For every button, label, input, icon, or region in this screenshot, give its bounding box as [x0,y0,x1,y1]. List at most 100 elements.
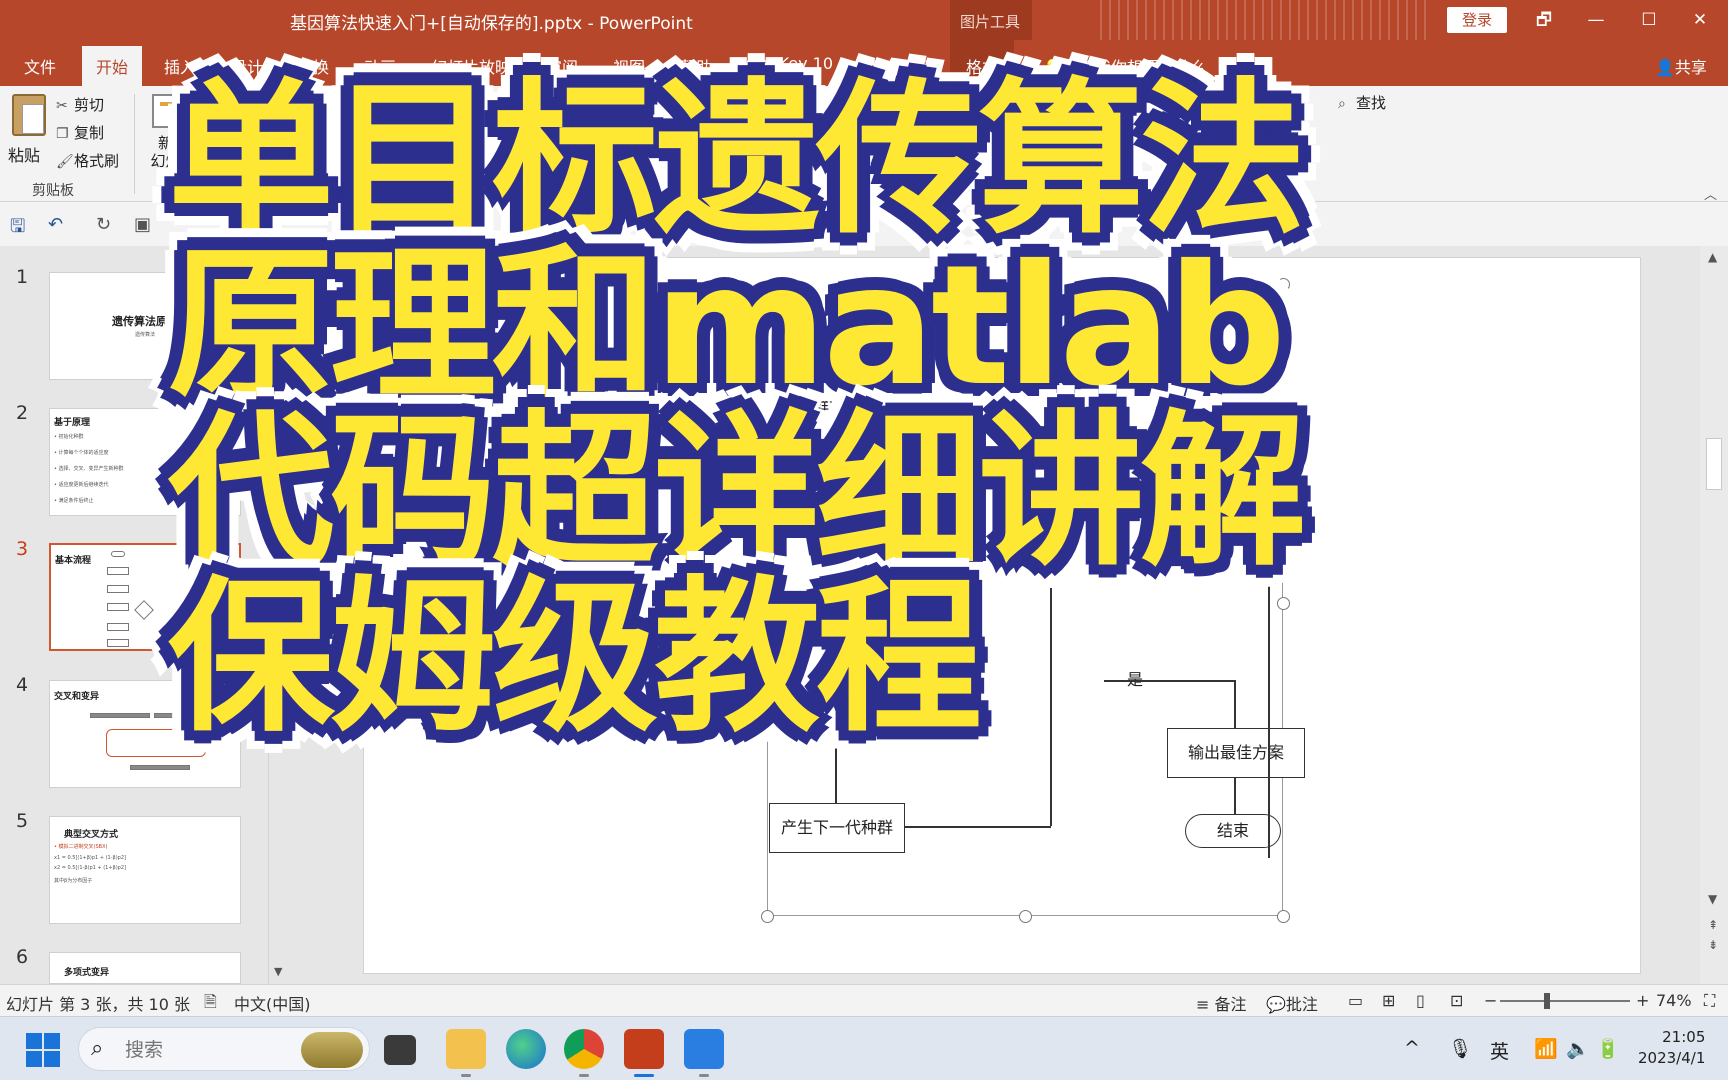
format-painter-button[interactable]: 🖌格式刷 [56,150,119,171]
next-slide-icon[interactable]: ⇟ [1708,938,1718,952]
notes-icon: ≡ [1196,995,1215,1014]
ime-indicator[interactable]: 英 [1490,1037,1509,1064]
zoom-slider-knob[interactable] [1544,993,1550,1009]
previous-slide-icon[interactable]: ⇞ [1708,918,1718,932]
flow-connector [905,826,1051,828]
language-indicator[interactable]: 中文(中国) [234,991,311,1015]
mini-flow-shape [107,639,129,647]
file-explorer-icon[interactable] [446,1029,486,1077]
thumb-title: 基于原理 [54,418,91,428]
context-group-label: 图片工具 [960,13,1021,31]
thumb-number: 4 [16,674,29,696]
thumb-line: • 初始化种群 [54,434,84,440]
thumb-title: 交叉和变异 [54,692,100,702]
zoom-in-button[interactable]: + [1636,991,1649,1010]
comments-button[interactable]: 💬批注 [1266,991,1318,1015]
mini-chromosome [90,713,150,718]
notes-button[interactable]: ≡ 备注 [1196,991,1247,1015]
cut-label: 剪切 [74,96,105,114]
clipboard-icon [12,94,46,136]
scrollbar-thumb[interactable] [1706,438,1722,490]
show-hidden-icons[interactable]: ^ [1404,1037,1420,1059]
resize-handle[interactable] [761,910,774,923]
tab-file[interactable]: 文件 [24,54,56,78]
thumb-line: x2 = 0.5[(1-β)p1 + (1+β)p2] [54,865,126,871]
search-icon: ⌕ [91,1036,104,1061]
status-bar: 幻灯片 第 3 张，共 10 张 🗎 中文(中国) ≡ 备注 💬批注 ▭ ⊞ ▯… [0,984,1728,1016]
paste-button[interactable]: 粘贴 [8,94,52,194]
thumb-number: 3 [16,538,29,560]
headline-line-4: 保姆级教程 [168,562,982,755]
mini-chromosome [130,765,190,770]
thumb-number: 6 [16,946,29,968]
mini-flow-shape [107,623,129,631]
login-button[interactable]: 登录 [1447,7,1507,33]
zoom-out-button[interactable]: − [1484,991,1497,1010]
cut-button[interactable]: ✂ 剪切 [56,94,104,115]
maximize-button[interactable]: ☐ [1635,6,1663,34]
start-slideshow-icon[interactable]: ▣ [134,214,151,235]
fit-to-window-icon[interactable]: ⛶ [1704,991,1715,1011]
volume-icon[interactable]: 🔈 [1566,1037,1590,1060]
slide-thumbnail-6[interactable]: 多项式变异 [49,952,241,984]
mini-flow-shape [107,585,129,593]
comment-icon: 💬 [1266,995,1286,1014]
slide-counter: 幻灯片 第 3 张，共 10 张 [6,995,190,1014]
scroll-up-icon[interactable]: ▲ [1708,250,1717,264]
title-bar: 基因算法快速入门+[自动保存的].pptx - PowerPoint 图片工具 … [0,0,1728,40]
mini-flow-shape [107,567,129,575]
copy-label: 复制 [74,124,105,142]
mini-flow-shape [134,600,154,620]
thumb-number: 1 [16,266,29,288]
tencent-meeting-icon[interactable] [684,1029,724,1077]
mini-flow-shape [111,551,125,557]
powerpoint-icon[interactable] [624,1029,664,1077]
comments-label: 批注 [1285,995,1318,1014]
zoom-level[interactable]: 74% [1656,991,1692,1010]
reading-view-icon[interactable]: ▯ [1416,991,1425,1010]
clock-date: 2023/4/1 [1638,1049,1706,1067]
spelling-check-icon[interactable]: 🗎 [204,991,217,1018]
undo-icon[interactable]: ↶ [48,214,63,235]
collapse-ribbon-icon[interactable]: ︿ [1704,184,1717,203]
window-title: 基因算法快速入门+[自动保存的].pptx - PowerPoint [290,14,693,34]
redo-icon[interactable]: ↻ [96,214,111,235]
normal-view-icon[interactable]: ▭ [1348,991,1363,1010]
thumb-line: • 选择、交叉、变异产生新种群 [54,466,124,472]
clipboard-group-label: 剪贴板 [32,183,74,199]
notes-label: 备注 [1214,995,1247,1014]
slide-sorter-icon[interactable]: ⊞ [1382,991,1395,1010]
battery-icon[interactable]: 🔋 [1596,1037,1620,1060]
tab-home[interactable]: 开始 [82,46,143,86]
thumb-line: • 满足条件后终止 [54,498,94,504]
scroll-down-icon[interactable]: ▼ [1708,892,1717,906]
search-highlight-image [301,1032,363,1068]
chrome-icon[interactable] [564,1029,604,1077]
close-button[interactable]: ✕ [1686,6,1714,34]
title-decoration [1100,0,1430,40]
task-view-icon[interactable] [384,1035,416,1065]
share-button[interactable]: 👤共享 [1655,54,1707,78]
save-icon[interactable]: 🖫 [10,214,25,244]
slideshow-view-icon[interactable]: ⊡ [1450,991,1463,1010]
windows-start-icon[interactable] [26,1033,60,1067]
slide-scrollbar[interactable]: ▲ ▼ ⇞ ⇟ [1700,246,1728,984]
copy-button[interactable]: ❐ 复制 [56,122,104,143]
resize-handle[interactable] [1019,910,1032,923]
wifi-icon[interactable]: 📶 [1534,1037,1558,1060]
headline-line-2: 原理和matlab [168,230,1286,423]
ribbon-display-options-icon[interactable]: 🗗 [1530,6,1558,34]
resize-handle[interactable] [1277,910,1290,923]
scroll-down-icon[interactable]: ▼ [274,965,282,978]
taskbar-search[interactable]: ⌕ [78,1027,370,1071]
edge-icon[interactable] [506,1029,546,1069]
slide-thumbnail-5[interactable]: 典型交叉方式 • 模拟二进制交叉(SBX) x1 = 0.5[(1+β)p1 +… [49,816,241,924]
search-input[interactable] [125,1037,265,1063]
system-clock[interactable]: 21:05 2023/4/1 [1638,1027,1705,1069]
paintbrush-icon: 🖌 [56,154,74,170]
microphone-icon[interactable]: 🎙 [1448,1037,1472,1060]
share-label: 共享 [1674,58,1707,77]
flow-connector [1234,778,1236,814]
zoom-slider[interactable] [1500,1000,1630,1002]
minimize-button[interactable]: — [1582,6,1610,34]
